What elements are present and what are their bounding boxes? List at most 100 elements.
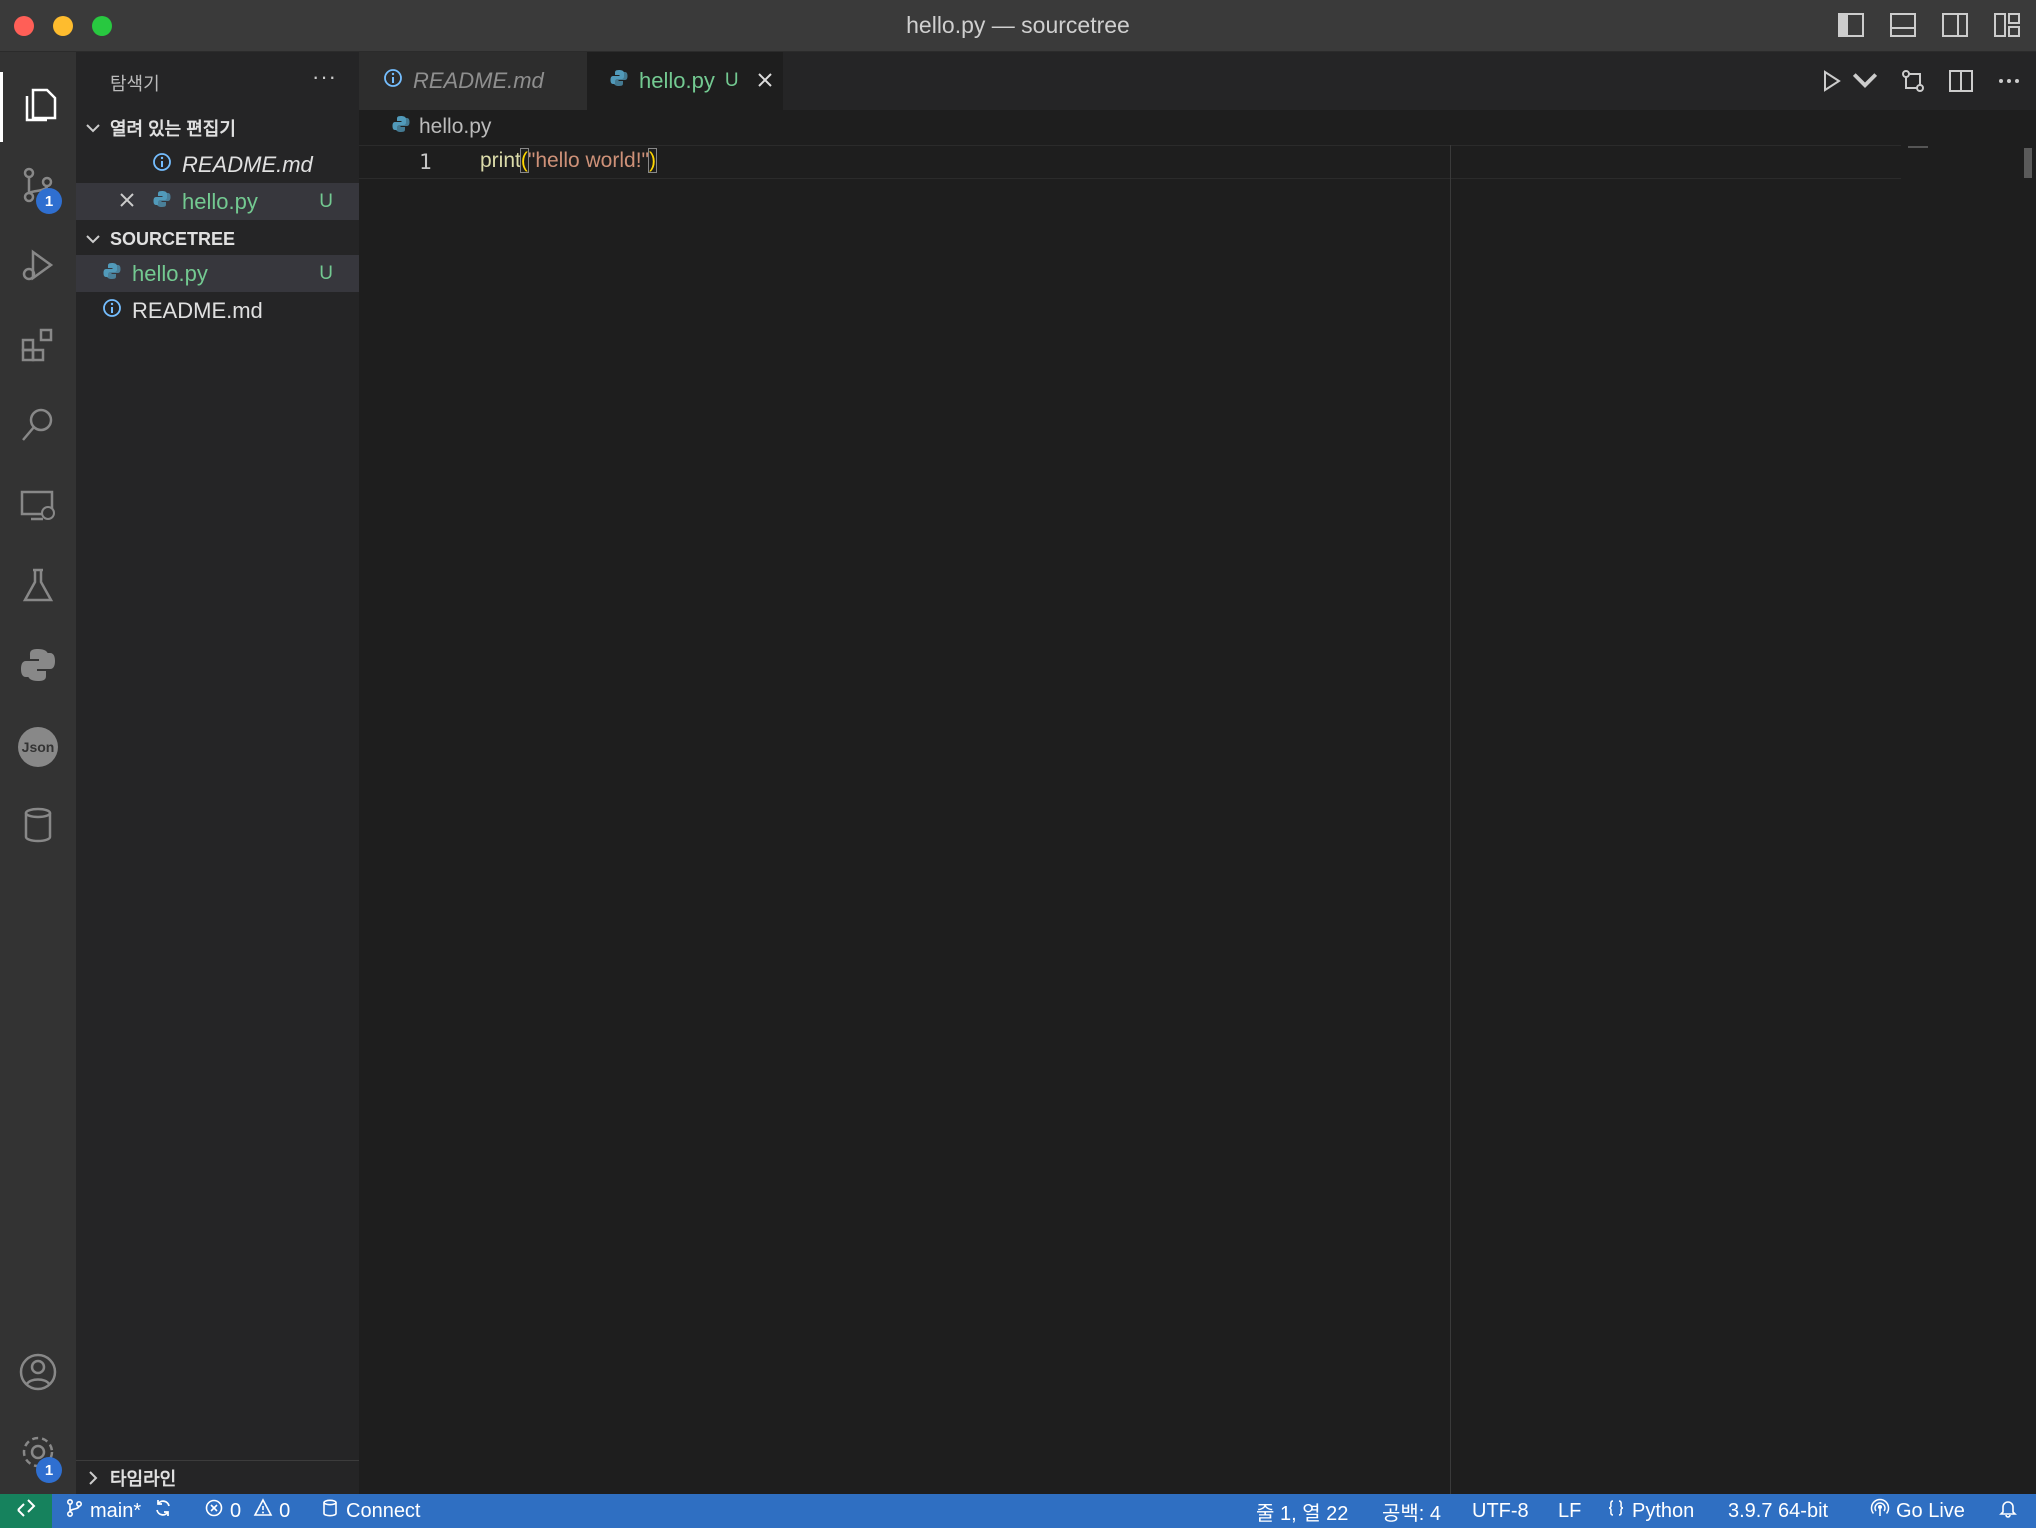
chevron-right-icon xyxy=(76,1470,110,1486)
source-control-activity[interactable]: 1 xyxy=(0,152,76,222)
python-file-icon xyxy=(391,114,411,140)
branch-indicator[interactable]: main* xyxy=(64,1494,173,1528)
code-line[interactable]: 1 print("hello world!") xyxy=(359,145,1901,179)
editor-scrollbar[interactable] xyxy=(2024,148,2032,178)
open-editor-item[interactable]: README.md xyxy=(76,146,359,183)
split-editor-icon[interactable] xyxy=(1946,66,1976,101)
explorer-sidebar: 탐색기 ··· 열려 있는 편집기 README.md hello.py U S… xyxy=(76,52,359,1494)
remote-icon xyxy=(15,1497,37,1525)
line-number: 1 xyxy=(419,150,432,174)
error-icon xyxy=(204,1498,224,1524)
status-bar: main* 0 0 Connect 줄 1, 열 22 공백: 4 UTF-8 … xyxy=(0,1494,2036,1528)
language-mode[interactable]: Python xyxy=(1606,1494,1694,1528)
connect-label: Connect xyxy=(346,1499,421,1522)
chevron-down-icon[interactable] xyxy=(1850,66,1880,101)
tab-label: README.md xyxy=(413,68,544,93)
file-tree-item[interactable]: README.md xyxy=(76,292,359,329)
python-interpreter[interactable]: 3.9.7 64-bit xyxy=(1728,1494,1828,1528)
breadcrumb[interactable]: hello.py xyxy=(391,114,491,140)
more-actions-icon[interactable] xyxy=(1994,66,2024,101)
tab-hello-py[interactable]: hello.py U xyxy=(587,52,783,110)
toggle-primary-sidebar-icon[interactable] xyxy=(1836,10,1866,45)
info-icon xyxy=(152,152,172,178)
activity-bar: 1 Json 1 xyxy=(0,52,76,1494)
file-tree-item[interactable]: hello.py U xyxy=(76,255,359,292)
untracked-badge: U xyxy=(319,190,333,212)
accounts-activity[interactable] xyxy=(0,1339,76,1409)
open-editors-header[interactable]: 열려 있는 편집기 xyxy=(76,110,359,146)
interpreter-label: 3.9.7 64-bit xyxy=(1728,1499,1829,1522)
explorer-activity[interactable] xyxy=(0,72,76,142)
braces-icon xyxy=(1606,1498,1626,1524)
settings-badge: 1 xyxy=(36,1457,62,1483)
code-paren-close: ) xyxy=(648,148,657,173)
json-activity[interactable]: Json xyxy=(0,712,76,782)
open-editor-label: hello.py xyxy=(182,188,258,214)
eol-label: LF xyxy=(1558,1499,1582,1522)
sync-icon[interactable] xyxy=(153,1498,173,1524)
layout-controls xyxy=(1836,10,2022,45)
toggle-panel-icon[interactable] xyxy=(1888,10,1918,45)
minimap[interactable] xyxy=(1908,146,1928,148)
encoding[interactable]: UTF-8 xyxy=(1472,1494,1529,1528)
broadcast-icon xyxy=(1870,1498,1890,1524)
indentation[interactable]: 공백: 4 xyxy=(1382,1494,1441,1528)
manage-activity[interactable]: 1 xyxy=(0,1419,76,1489)
more-actions-icon[interactable]: ··· xyxy=(312,64,337,90)
timeline-label: 타임라인 xyxy=(110,1468,177,1489)
title-bar: hello.py — sourcetree xyxy=(0,0,2036,52)
connect-button[interactable]: Connect xyxy=(320,1494,421,1528)
chevron-down-icon xyxy=(76,231,110,247)
explorer-header: 탐색기 ··· xyxy=(76,52,359,110)
open-editor-label: README.md xyxy=(182,151,313,177)
editor-actions xyxy=(1816,66,2024,101)
timeline-header[interactable]: 타임라인 xyxy=(76,1460,359,1494)
indentation-label: 공백: 4 xyxy=(1382,1502,1442,1525)
python-activity[interactable] xyxy=(0,632,76,702)
code-paren-open: ( xyxy=(519,148,529,173)
problems-indicator[interactable]: 0 0 xyxy=(204,1494,290,1528)
cursor-position[interactable]: 줄 1, 열 22 xyxy=(1256,1494,1348,1528)
go-live-label: Go Live xyxy=(1896,1499,1965,1522)
database-activity[interactable] xyxy=(0,792,76,862)
run-icon[interactable] xyxy=(1816,66,1846,101)
open-editor-item[interactable]: hello.py U xyxy=(76,183,359,220)
open-editors-label: 열려 있는 편집기 xyxy=(110,119,236,139)
notifications-button[interactable] xyxy=(1998,1494,2018,1528)
chevron-down-icon xyxy=(76,120,110,136)
warning-count: 0 xyxy=(279,1499,291,1522)
remote-explorer-activity[interactable] xyxy=(0,472,76,542)
extensions-activity[interactable] xyxy=(0,312,76,382)
json-icon: Json xyxy=(18,727,58,767)
toggle-secondary-sidebar-icon[interactable] xyxy=(1940,10,1970,45)
run-debug-activity[interactable] xyxy=(0,232,76,302)
file-label: hello.py xyxy=(132,260,208,286)
editor-ruler xyxy=(1450,145,1451,1494)
database-icon xyxy=(17,804,59,851)
run-debug-icon xyxy=(17,244,59,291)
python-file-icon xyxy=(102,261,122,287)
untracked-badge: U xyxy=(319,262,333,284)
cursor-position-label: 줄 1, 열 22 xyxy=(1256,1502,1349,1525)
customize-layout-icon[interactable] xyxy=(1992,10,2022,45)
end-of-line[interactable]: LF xyxy=(1558,1494,1581,1528)
remote-indicator[interactable] xyxy=(0,1494,52,1528)
close-icon[interactable] xyxy=(757,68,773,94)
code-content[interactable]: print("hello world!") xyxy=(480,148,657,173)
info-icon xyxy=(383,68,403,94)
bell-icon xyxy=(1998,1498,2018,1524)
workspace-label: SOURCETREE xyxy=(110,228,236,249)
testing-activity[interactable] xyxy=(0,552,76,622)
python-file-icon xyxy=(609,68,629,94)
code-function: print xyxy=(480,149,521,172)
tab-readme[interactable]: README.md xyxy=(359,52,587,110)
source-control-badge: 1 xyxy=(36,188,62,214)
search-activity[interactable] xyxy=(0,392,76,462)
warning-icon xyxy=(253,1498,273,1524)
window-title: hello.py — sourcetree xyxy=(906,12,1130,38)
close-icon[interactable] xyxy=(118,189,136,215)
go-live-button[interactable]: Go Live xyxy=(1870,1494,1965,1528)
editor-tab-bar: README.md hello.py U xyxy=(359,52,2036,110)
open-changes-icon[interactable] xyxy=(1898,66,1928,101)
workspace-header[interactable]: SOURCETREE xyxy=(76,221,359,257)
